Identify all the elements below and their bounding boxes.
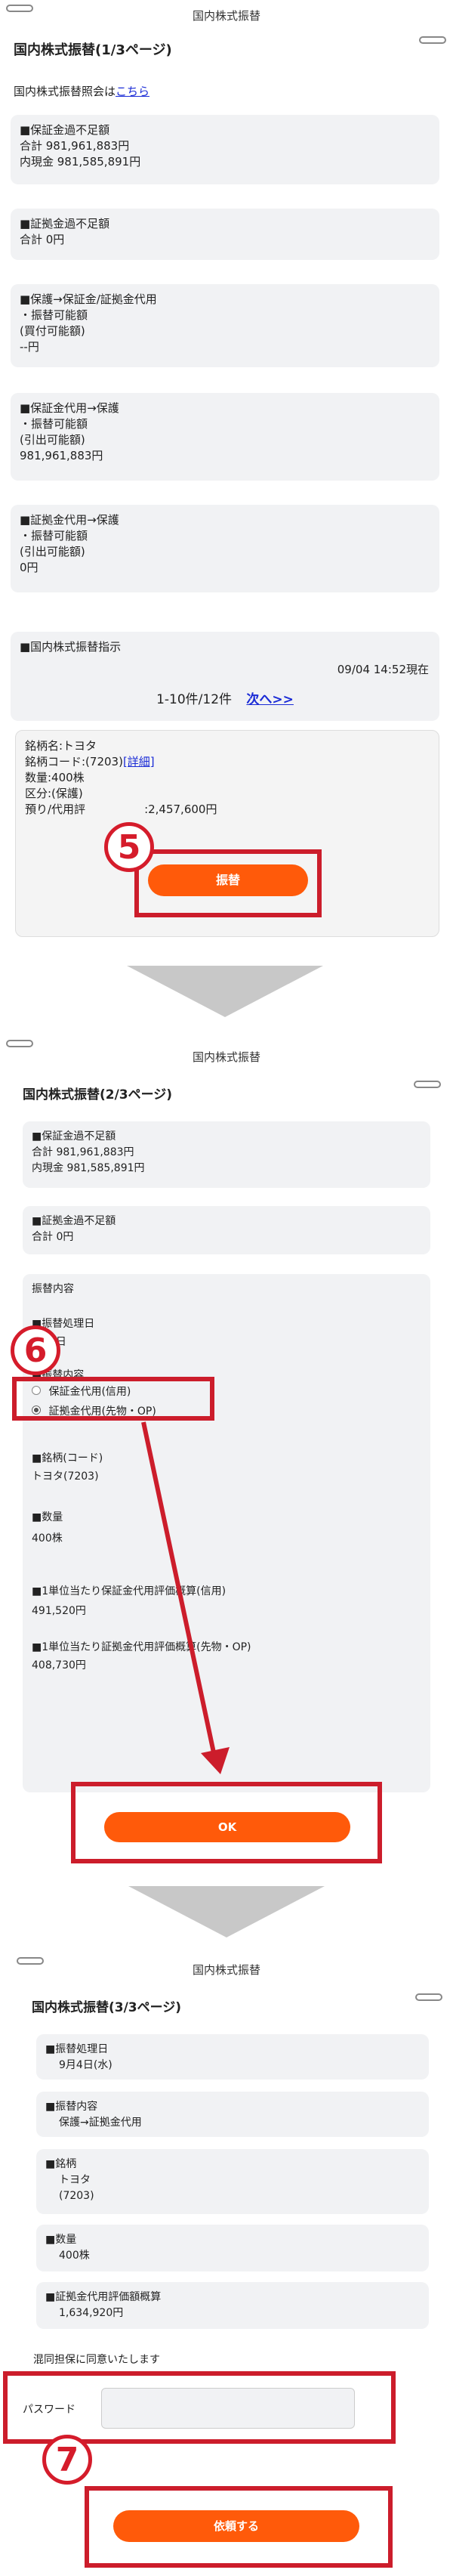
label: (引出可能額) <box>20 433 85 447</box>
section-label: 振替内容 <box>32 1283 74 1295</box>
label: ・振替可能額 <box>20 417 88 431</box>
next-page-link[interactable]: 次へ>> <box>246 692 294 707</box>
window-handle-icon <box>419 36 446 44</box>
step-5-badge: 5 <box>104 822 154 872</box>
qty-value: 400株 <box>59 2250 90 2262</box>
per-unit-collateral-label: ■1単位当たり証拠金代用評価概算(先物・OP) <box>32 1641 251 1653</box>
stock-name: 銘柄名:トヨタ <box>25 739 97 753</box>
transfer-content-box: 振替内容 ■振替処理日 9月4日 ■振替内容 保証金代用(信用) 証拠金代用(先… <box>23 1274 430 1792</box>
timestamp: 09/04 14:52現在 <box>337 663 429 676</box>
page-header: 国内株式振替 <box>192 1050 260 1064</box>
consent-text: 混同担保に同意いたします <box>33 2354 160 2366</box>
valuation-value: :2,457,600円 <box>144 802 217 816</box>
margin-excess-box: ■保証金過不足額 合計 981,961,883円 内現金 981,585,891… <box>11 115 439 184</box>
down-arrow-icon <box>128 1886 325 1937</box>
qty-value: 400株 <box>32 1532 63 1545</box>
highlight-submit <box>85 2486 393 2568</box>
label: ■証拠金代用→保護 <box>20 513 119 527</box>
window-handle-icon <box>414 1081 441 1088</box>
value: --円 <box>20 340 39 354</box>
label: (引出可能額) <box>20 545 85 558</box>
label: (買付可能額) <box>20 324 85 338</box>
step-7-badge: 7 <box>42 2435 92 2485</box>
value: 合計 0円 <box>20 233 65 246</box>
down-arrow-icon <box>127 966 323 1017</box>
valuation-line: 預り/代用評 :2,457,600円 <box>25 802 430 818</box>
page-title: 国内株式振替(3/3ページ) <box>32 2000 182 2015</box>
label: ■保証金過不足額 <box>20 123 110 137</box>
margin-excess-box: ■保証金過不足額 合計 981,961,883円 内現金 981,585,891… <box>23 1121 430 1188</box>
pagination: 1-10件/12件 次へ>> <box>11 692 439 708</box>
value: 0円 <box>20 561 39 574</box>
value: 内現金 981,585,891円 <box>32 1162 145 1174</box>
stock-code: (7203) <box>59 2190 94 2202</box>
inquiry-text: 国内株式振替照会は <box>14 85 116 98</box>
value: 合計 0円 <box>32 1231 74 1243</box>
value: 合計 981,961,883円 <box>32 1146 134 1158</box>
page-header: 国内株式振替 <box>192 1963 260 1977</box>
date-value: 9月4日(水) <box>59 2059 112 2071</box>
instruction-title: ■国内株式振替指示 <box>20 640 122 654</box>
valuation-label: 預り/代用評 <box>25 802 86 816</box>
qty-box: ■数量 400株 <box>36 2225 429 2271</box>
highlight-option <box>12 1377 214 1421</box>
stock-name: トヨタ <box>59 2174 91 2186</box>
date-box: ■振替処理日 9月4日(水) <box>36 2034 429 2080</box>
pagination-count: 1-10件/12件 <box>156 692 233 707</box>
label: ■証拠金過不足額 <box>20 217 110 230</box>
inquiry-link[interactable]: こちら <box>116 85 149 98</box>
label: ■保証金代用→保護 <box>20 401 119 415</box>
per-unit-collateral-value: 408,730円 <box>32 1659 86 1671</box>
page-title: 国内株式振替(2/3ページ) <box>23 1087 173 1102</box>
label: ■保証金過不足額 <box>32 1130 116 1143</box>
highlight-ok <box>71 1782 382 1863</box>
highlight-transfer <box>134 849 322 917</box>
inquiry-line: 国内株式振替照会はこちら <box>14 83 149 99</box>
margin-sub-to-protect-box: ■保証金代用→保護 ・振替可能額 (引出可能額) 981,961,883円 <box>11 393 439 481</box>
highlight-password <box>3 2371 396 2444</box>
page-title: 国内株式振替(1/3ページ) <box>14 42 172 58</box>
step-6-badge: 6 <box>11 1325 60 1375</box>
date-label: ■振替処理日 <box>45 2043 109 2055</box>
category: 区分:(保護) <box>25 787 83 800</box>
per-unit-margin-value: 491,520円 <box>32 1605 86 1617</box>
valuation-value: 1,634,920円 <box>59 2307 124 2319</box>
quantity: 数量:400株 <box>25 771 85 784</box>
stock-label: ■銘柄 <box>45 2158 77 2170</box>
content-box: ■振替内容 保護→証拠金代用 <box>36 2092 429 2137</box>
stock-value: トヨタ(7203) <box>32 1470 99 1483</box>
collateral-excess-box: ■証拠金過不足額 合計 0円 <box>23 1206 430 1254</box>
value: 合計 981,961,883円 <box>20 139 130 153</box>
instruction-box: ■国内株式振替指示 09/04 14:52現在 1-10件/12件 次へ>> <box>11 632 439 721</box>
detail-link[interactable]: [詳細] <box>123 755 155 768</box>
qty-label: ■数量 <box>45 2234 77 2246</box>
value: 981,961,883円 <box>20 449 103 462</box>
collateral-sub-to-protect-box: ■証拠金代用→保護 ・振替可能額 (引出可能額) 0円 <box>11 505 439 592</box>
label: ・振替可能額 <box>20 529 88 543</box>
stock-code: 銘柄コード:(7203) <box>25 755 123 768</box>
content-label: ■振替内容 <box>45 2101 98 2113</box>
label: ・振替可能額 <box>20 308 88 322</box>
margin-to-collateral-box: ■保護→保証金/証拠金代用 ・振替可能額 (買付可能額) --円 <box>11 284 439 367</box>
collateral-excess-box: ■証拠金過不足額 合計 0円 <box>11 209 439 260</box>
stock-code-line: 銘柄コード:(7203)[詳細] <box>25 754 430 770</box>
page-header: 国内株式振替 <box>192 9 260 23</box>
per-unit-margin-label: ■1単位当たり保証金代用評価概算(信用) <box>32 1585 226 1597</box>
value: 内現金 981,585,891円 <box>20 155 141 169</box>
valuation-label: ■証拠金代用評価額概算 <box>45 2291 162 2303</box>
stock-box: ■銘柄 トヨタ (7203) <box>36 2149 429 2214</box>
valuation-box: ■証拠金代用評価額概算 1,634,920円 <box>36 2282 429 2329</box>
stock-label: ■銘柄(コード) <box>32 1452 103 1464</box>
window-handle-icon <box>6 1040 33 1047</box>
window-handle-icon <box>415 1993 442 2001</box>
label: ■保護→保証金/証拠金代用 <box>20 292 157 306</box>
qty-label: ■数量 <box>32 1511 63 1523</box>
content-value: 保護→証拠金代用 <box>59 2117 142 2129</box>
label: ■証拠金過不足額 <box>32 1215 116 1227</box>
